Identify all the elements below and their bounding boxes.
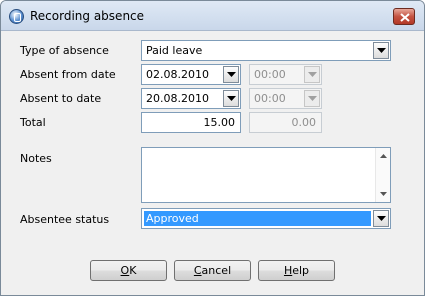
chevron-down-icon [377, 48, 386, 53]
close-button[interactable] [393, 8, 415, 25]
absent-from-time-select: 00:00 [249, 64, 322, 85]
ok-label: K [129, 264, 137, 277]
absent-from-date-dropdown-button[interactable] [223, 66, 239, 83]
chevron-down-icon [227, 96, 236, 101]
total-days-value: 15.00 [203, 116, 236, 129]
cancel-label: ancel [201, 264, 232, 277]
chevron-down-icon [308, 72, 317, 77]
absent-from-time-dropdown-button [304, 66, 320, 83]
absent-to-date-value: 20.08.2010 [146, 92, 209, 105]
absentee-status-label: Absentee status [20, 213, 110, 226]
window-title: Recording absence [30, 9, 145, 23]
app-logo-icon [9, 9, 24, 24]
absent-from-date-picker[interactable]: 02.08.2010 [141, 64, 241, 85]
title-bar: Recording absence [1, 1, 424, 31]
notes-scrollbar[interactable] [375, 148, 390, 202]
absentee-status-value: Approved [146, 212, 199, 225]
absent-from-date-value: 02.08.2010 [146, 68, 209, 81]
absentee-status-select[interactable]: Approved [141, 208, 391, 229]
type-of-absence-dropdown-button[interactable] [373, 42, 389, 59]
absentee-status-dropdown-button[interactable] [373, 210, 389, 227]
cancel-mnemonic: C [193, 264, 202, 277]
type-of-absence-select[interactable]: Paid leave [141, 40, 391, 61]
notes-label: Notes [20, 152, 52, 165]
absent-to-time-select: 00:00 [249, 88, 322, 109]
absent-to-time-value: 00:00 [254, 92, 286, 105]
chevron-down-icon [377, 216, 386, 221]
close-icon [400, 13, 410, 22]
recording-absence-dialog: Recording absence Type of absence Paid l… [0, 0, 425, 296]
scroll-up-icon[interactable] [380, 154, 387, 158]
absent-to-time-dropdown-button [304, 90, 320, 107]
help-mnemonic: H [283, 264, 293, 277]
scroll-down-icon[interactable] [380, 192, 387, 196]
chevron-down-icon [308, 96, 317, 101]
absent-to-date-picker[interactable]: 20.08.2010 [141, 88, 241, 109]
absent-from-time-value: 00:00 [254, 68, 286, 81]
ok-button[interactable]: OK [90, 260, 167, 281]
total-hours-field: 0.00 [249, 112, 322, 133]
absent-to-date-label: Absent to date [20, 92, 102, 105]
help-button[interactable]: Help [258, 260, 335, 281]
help-label: elp [292, 264, 310, 277]
chevron-down-icon [227, 72, 236, 77]
absent-from-date-label: Absent from date [20, 68, 116, 81]
cancel-button[interactable]: Cancel [174, 260, 251, 281]
type-of-absence-value: Paid leave [146, 44, 203, 57]
total-days-field[interactable]: 15.00 [141, 112, 241, 133]
type-of-absence-label: Type of absence [20, 44, 109, 57]
total-label: Total [20, 116, 46, 129]
notes-textarea[interactable] [141, 147, 391, 203]
absent-to-date-dropdown-button[interactable] [223, 90, 239, 107]
total-hours-value: 0.00 [291, 116, 317, 129]
ok-mnemonic: O [120, 264, 130, 277]
